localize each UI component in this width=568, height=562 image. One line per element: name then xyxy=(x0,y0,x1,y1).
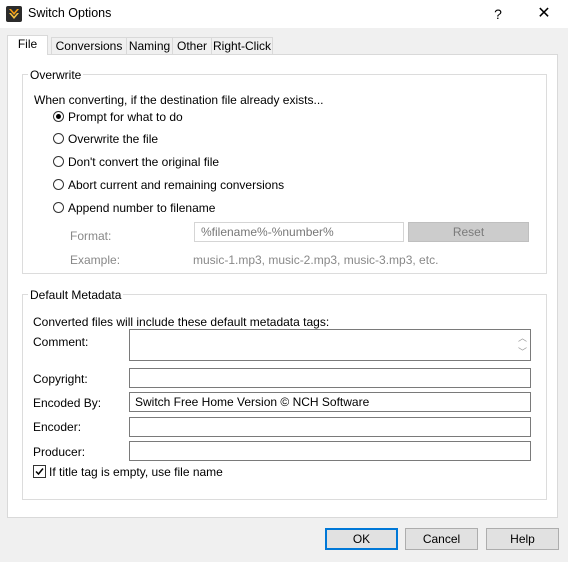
radio-dont-convert-label[interactable]: Don't convert the original file xyxy=(68,155,219,169)
tab-right-click[interactable]: Right-Click xyxy=(211,37,273,54)
close-icon[interactable]: ✕ xyxy=(528,4,560,24)
copyright-label: Copyright: xyxy=(33,372,88,386)
comment-label: Comment: xyxy=(33,335,89,349)
reset-button[interactable]: Reset xyxy=(408,222,529,242)
use-filename-checkbox[interactable] xyxy=(33,465,46,478)
cancel-button[interactable]: Cancel xyxy=(405,528,478,550)
radio-prompt-label[interactable]: Prompt for what to do xyxy=(68,110,183,124)
use-filename-label[interactable]: If title tag is empty, use file name xyxy=(49,465,223,479)
format-input[interactable]: %filename%-%number% xyxy=(194,222,404,242)
metadata-intro: Converted files will include these defau… xyxy=(33,315,330,329)
radio-prompt[interactable] xyxy=(53,111,64,122)
window-title: Switch Options xyxy=(28,6,112,20)
help-button[interactable]: Help xyxy=(486,528,559,550)
overwrite-group-label: Overwrite xyxy=(28,68,84,82)
radio-abort[interactable] xyxy=(53,179,64,190)
scroll-up-icon[interactable]: ︿ xyxy=(518,331,527,344)
example-label: Example: xyxy=(70,253,121,267)
encoded-by-label: Encoded By: xyxy=(33,396,102,410)
example-value: music-1.mp3, music-2.mp3, music-3.mp3, e… xyxy=(193,253,439,267)
help-icon[interactable]: ? xyxy=(486,4,510,24)
tab-other[interactable]: Other xyxy=(172,37,212,54)
producer-label: Producer: xyxy=(33,445,86,459)
metadata-group-label: Default Metadata xyxy=(28,288,124,302)
app-icon xyxy=(6,6,22,22)
scroll-down-icon[interactable]: ﹀ xyxy=(518,345,527,358)
comment-textarea[interactable]: ︿ ﹀ xyxy=(129,329,531,361)
radio-append-number-label[interactable]: Append number to filename xyxy=(68,201,215,215)
encoder-label: Encoder: xyxy=(33,420,82,434)
ok-button[interactable]: OK xyxy=(325,528,398,550)
radio-overwrite[interactable] xyxy=(53,133,64,144)
encoder-input[interactable] xyxy=(129,417,531,437)
copyright-input[interactable] xyxy=(129,368,531,388)
overwrite-intro: When converting, if the destination file… xyxy=(34,93,324,107)
tab-file[interactable]: File xyxy=(7,35,48,55)
radio-overwrite-label[interactable]: Overwrite the file xyxy=(68,132,158,146)
checkmark-icon xyxy=(35,468,44,476)
producer-input[interactable] xyxy=(129,441,531,461)
tab-conversions[interactable]: Conversions xyxy=(51,37,127,54)
tab-naming[interactable]: Naming xyxy=(126,37,173,54)
encoded-by-input[interactable]: Switch Free Home Version © NCH Software xyxy=(129,392,531,412)
radio-abort-label[interactable]: Abort current and remaining conversions xyxy=(68,178,284,192)
format-label: Format: xyxy=(70,229,112,243)
radio-append-number[interactable] xyxy=(53,202,64,213)
radio-dont-convert[interactable] xyxy=(53,156,64,167)
